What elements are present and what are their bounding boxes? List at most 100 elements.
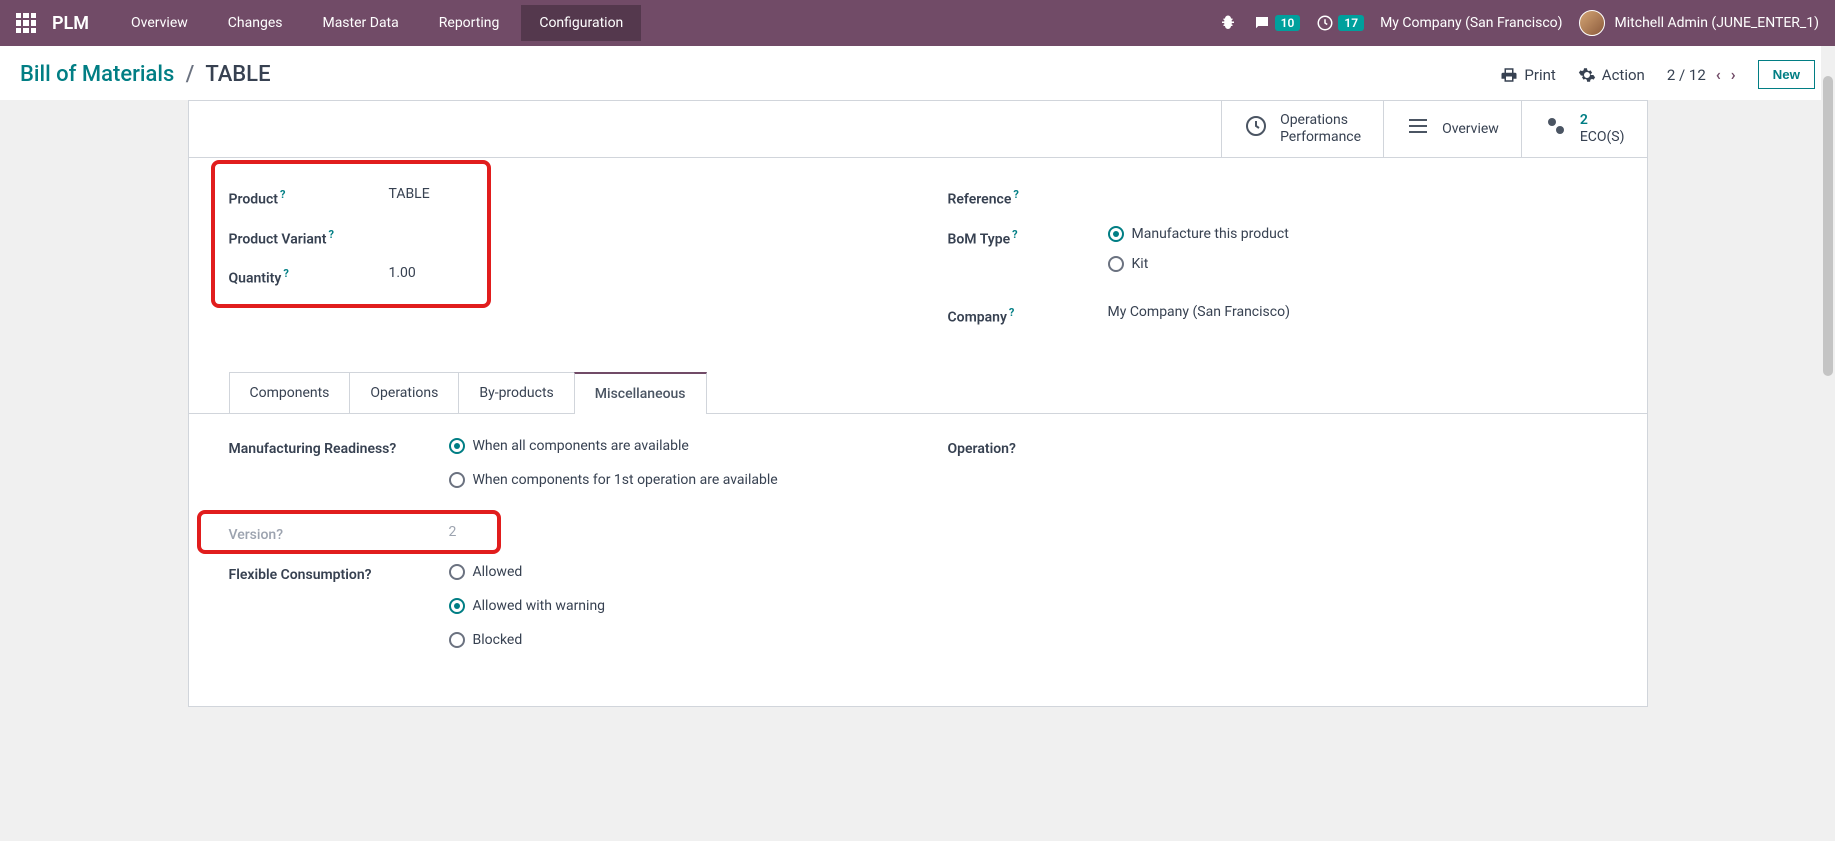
radio-icon xyxy=(449,598,465,614)
help-icon[interactable]: ? xyxy=(1013,188,1018,201)
clock-icon xyxy=(1244,114,1268,144)
action-button[interactable]: Action xyxy=(1578,66,1645,84)
tab-by-products[interactable]: By-products xyxy=(458,372,574,414)
field-product: Product? TABLE xyxy=(229,186,888,208)
label-bom-type: BoM Type? xyxy=(948,226,1108,248)
radio-readiness-all[interactable]: When all components are available xyxy=(449,438,888,454)
tab-operations[interactable]: Operations xyxy=(349,372,459,414)
messages-icon[interactable]: 10 xyxy=(1253,14,1301,32)
radio-label: Manufacture this product xyxy=(1132,226,1289,242)
radio-icon xyxy=(1108,256,1124,272)
tab-content-miscellaneous: Manufacturing Readiness? When all compon… xyxy=(189,414,1647,706)
radio-label: Blocked xyxy=(473,632,523,648)
bars-icon xyxy=(1406,114,1430,144)
debug-icon[interactable] xyxy=(1219,14,1237,32)
value-company[interactable]: My Company (San Francisco) xyxy=(1108,304,1290,320)
control-actions: Print Action 2 / 12 ‹ › New xyxy=(1500,60,1815,89)
nav-changes[interactable]: Changes xyxy=(210,5,301,41)
field-version: Version? 2 xyxy=(229,516,888,554)
radio-label: When components for 1st operation are av… xyxy=(473,472,778,488)
activities-icon[interactable]: 17 xyxy=(1316,14,1364,32)
nav-configuration[interactable]: Configuration xyxy=(521,5,641,41)
messages-badge: 10 xyxy=(1275,15,1301,31)
value-flexible-consumption: Allowed Allowed with warning Blocked xyxy=(449,564,888,666)
gear-icon xyxy=(1578,66,1596,84)
field-product-variant: Product Variant? xyxy=(229,226,888,248)
radio-label: Kit xyxy=(1132,256,1149,272)
print-label: Print xyxy=(1524,66,1555,84)
nav-overview[interactable]: Overview xyxy=(113,5,206,41)
avatar xyxy=(1579,10,1605,36)
user-menu[interactable]: Mitchell Admin (JUNE_ENTER_1) xyxy=(1579,10,1819,36)
stat-label: Operations Performance xyxy=(1280,112,1361,146)
radio-label: Allowed xyxy=(473,564,523,580)
stat-label: 2 ECO(S) xyxy=(1580,112,1625,146)
label-product: Product? xyxy=(229,186,389,208)
label-quantity: Quantity? xyxy=(229,265,389,287)
help-icon[interactable]: ? xyxy=(328,228,333,241)
help-icon[interactable]: ? xyxy=(283,267,288,280)
radio-kit[interactable]: Kit xyxy=(1108,256,1289,272)
form-sheet: Operations Performance Overview 2 ECO(S) xyxy=(188,100,1648,707)
help-icon[interactable]: ? xyxy=(280,188,285,201)
stat-ecos[interactable]: 2 ECO(S) xyxy=(1521,101,1647,157)
radio-label: Allowed with warning xyxy=(473,598,606,614)
stat-overview[interactable]: Overview xyxy=(1383,101,1521,157)
radio-flex-allowed[interactable]: Allowed xyxy=(449,564,888,580)
scroll-thumb[interactable] xyxy=(1823,76,1833,376)
radio-readiness-first[interactable]: When components for 1st operation are av… xyxy=(449,472,888,488)
apps-icon[interactable] xyxy=(16,13,36,33)
help-icon[interactable]: ? xyxy=(365,567,372,583)
radio-icon xyxy=(449,632,465,648)
radio-icon xyxy=(449,438,465,454)
printer-icon xyxy=(1500,66,1518,84)
label-version: Version? xyxy=(229,524,449,546)
company-switcher[interactable]: My Company (San Francisco) xyxy=(1380,15,1562,31)
vertical-scrollbar[interactable] xyxy=(1821,46,1835,841)
eco-label: ECO(S) xyxy=(1580,129,1625,145)
app-brand[interactable]: PLM xyxy=(52,13,89,34)
right-column: Reference? BoM Type? Manufacture this pr… xyxy=(948,186,1607,343)
label-reference: Reference? xyxy=(948,186,1108,208)
stat-label: Overview xyxy=(1442,121,1499,138)
label-company: Company? xyxy=(948,304,1108,326)
breadcrumb-sep: / xyxy=(186,62,195,87)
radio-flex-allowed-warning[interactable]: Allowed with warning xyxy=(449,598,888,614)
misc-right: Operation? xyxy=(948,438,1607,676)
field-reference: Reference? xyxy=(948,186,1607,208)
help-icon[interactable]: ? xyxy=(276,527,283,543)
field-bom-type: BoM Type? Manufacture this product Kit xyxy=(948,226,1607,286)
pager-prev[interactable]: ‹ xyxy=(1716,65,1721,84)
main-nav: Overview Changes Master Data Reporting C… xyxy=(113,5,641,41)
value-version: 2 xyxy=(449,524,888,540)
notebook-tabs: Components Operations By-products Miscel… xyxy=(189,371,1647,414)
breadcrumb-root[interactable]: Bill of Materials xyxy=(20,62,174,87)
left-column: Product? TABLE Product Variant? Quantity… xyxy=(229,186,888,343)
pager-next[interactable]: › xyxy=(1731,65,1736,84)
stat-operations-performance[interactable]: Operations Performance xyxy=(1221,101,1383,157)
breadcrumb: Bill of Materials / TABLE xyxy=(20,62,271,87)
value-manufacturing-readiness: When all components are available When c… xyxy=(449,438,888,506)
nav-master-data[interactable]: Master Data xyxy=(304,5,416,41)
radio-icon xyxy=(449,472,465,488)
help-icon[interactable]: ? xyxy=(1012,228,1017,241)
nav-reporting[interactable]: Reporting xyxy=(421,5,518,41)
topbar-right: 10 17 My Company (San Francisco) Mitchel… xyxy=(1219,10,1819,36)
help-icon[interactable]: ? xyxy=(389,441,396,457)
pager-text[interactable]: 2 / 12 xyxy=(1667,66,1706,84)
gears-icon xyxy=(1544,114,1568,144)
radio-manufacture[interactable]: Manufacture this product xyxy=(1108,226,1289,242)
field-operation: Operation? xyxy=(948,438,1607,460)
help-icon[interactable]: ? xyxy=(1009,306,1014,319)
value-product[interactable]: TABLE xyxy=(389,186,430,202)
value-quantity[interactable]: 1.00 xyxy=(389,265,416,281)
new-button[interactable]: New xyxy=(1758,60,1815,89)
activities-badge: 17 xyxy=(1338,15,1364,31)
label-operation: Operation? xyxy=(948,438,1168,460)
help-icon[interactable]: ? xyxy=(1009,441,1016,457)
tab-components[interactable]: Components xyxy=(229,372,351,414)
print-button[interactable]: Print xyxy=(1500,66,1555,84)
radio-icon xyxy=(449,564,465,580)
radio-flex-blocked[interactable]: Blocked xyxy=(449,632,888,648)
tab-miscellaneous[interactable]: Miscellaneous xyxy=(574,372,707,414)
